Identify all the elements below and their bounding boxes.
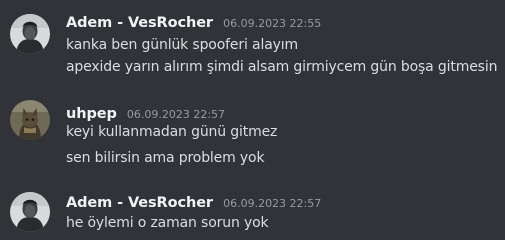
message-text: apexide yarın alırım şimdi alsam girmiyc… [66,59,498,75]
timestamp[interactable]: 06.09.2023 22:57 [127,108,225,121]
message-header: Adem - VesRocher 06.09.2023 22:57 [66,193,321,213]
timestamp[interactable]: 06.09.2023 22:55 [223,17,321,30]
cat-avatar-icon[interactable] [10,100,50,140]
user-avatar-icon[interactable] [10,14,50,54]
username[interactable]: Adem - VesRocher [66,195,213,211]
message-header: uhpep 06.09.2023 22:57 [66,104,225,124]
message-text: sen bilirsin ama problem yok [66,150,265,166]
message-text: he öylemi o zaman sorun yok [66,215,269,231]
username[interactable]: Adem - VesRocher [66,15,213,31]
message-text: keyi kullanmadan günü gitmez [66,124,278,140]
timestamp[interactable]: 06.09.2023 22:57 [223,197,321,210]
username[interactable]: uhpep [66,106,117,122]
message-text: kanka ben günlük spooferi alayım [66,37,298,53]
user-avatar-icon[interactable] [10,192,50,232]
message-header: Adem - VesRocher 06.09.2023 22:55 [66,13,321,33]
chat-messages: Adem - VesRocher 06.09.2023 22:55 kanka … [0,0,505,240]
